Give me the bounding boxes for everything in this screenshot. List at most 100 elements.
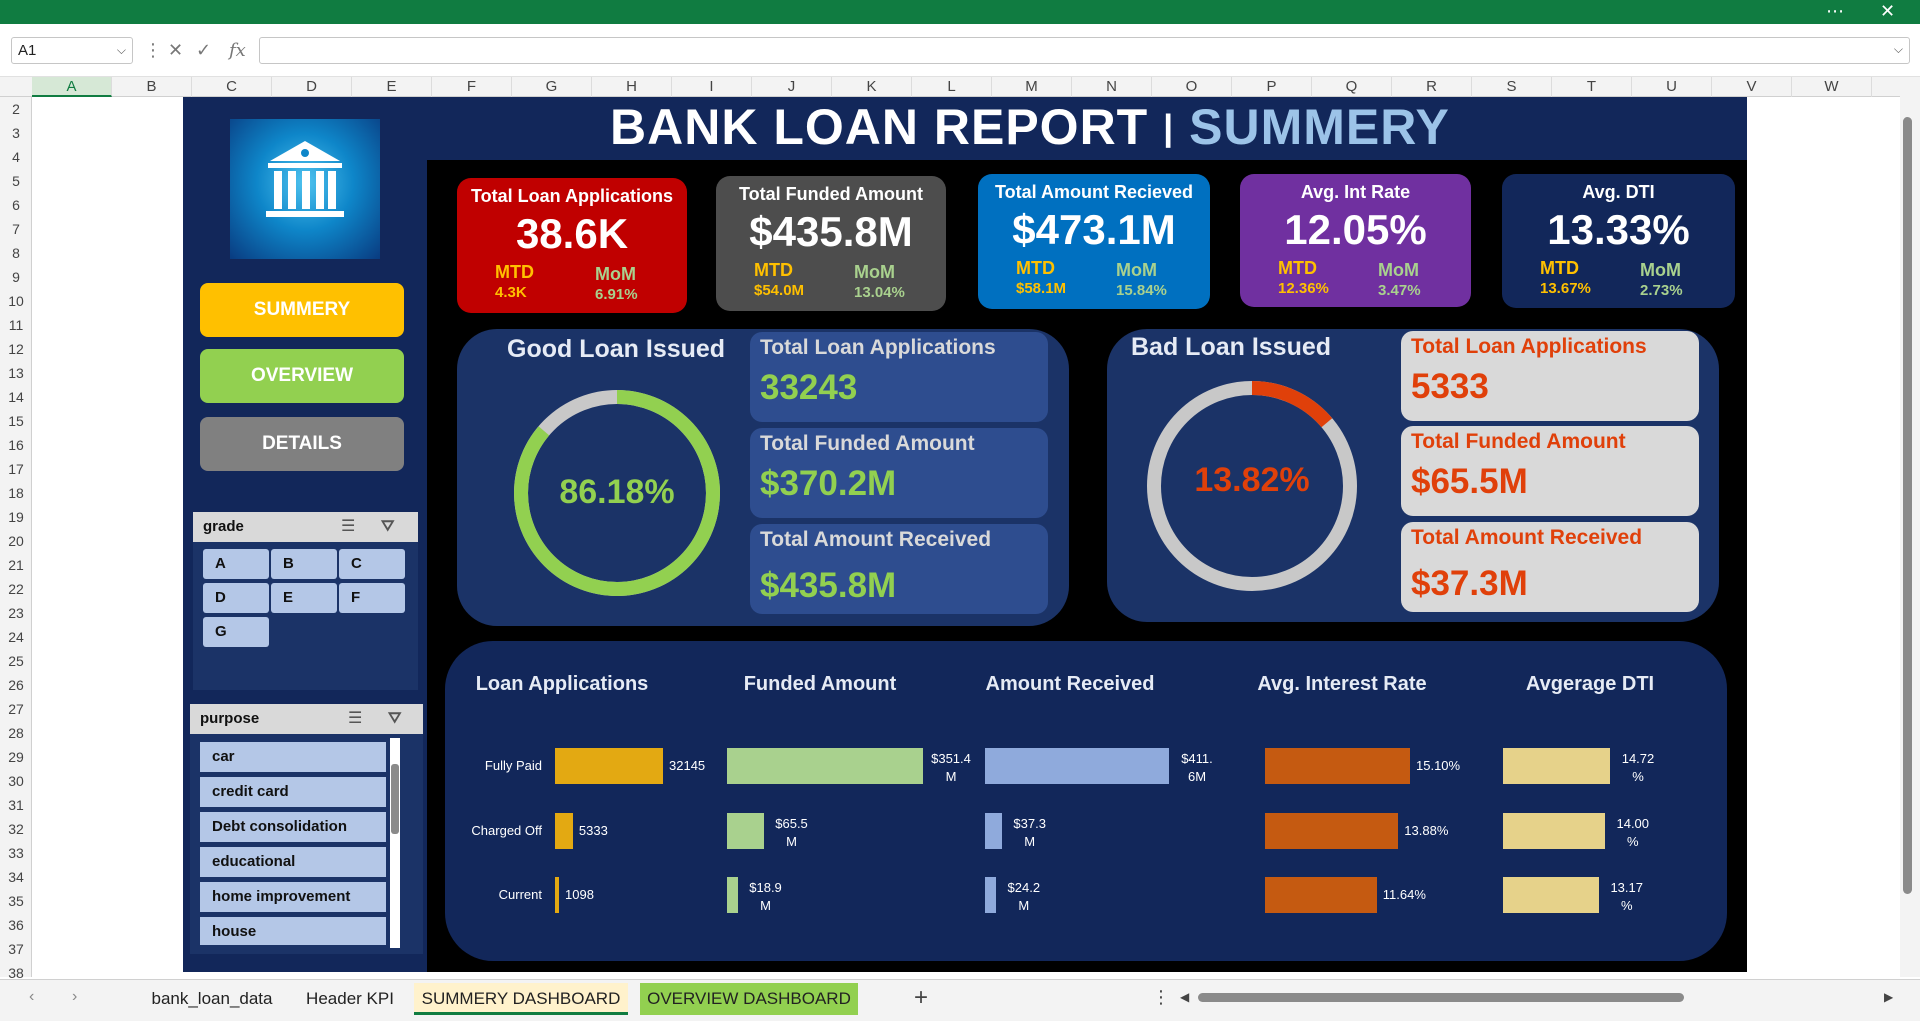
column-header[interactable]: B bbox=[112, 77, 192, 97]
column-header[interactable]: P bbox=[1232, 77, 1312, 97]
column-header[interactable]: V bbox=[1712, 77, 1792, 97]
row-header[interactable]: 25 bbox=[0, 649, 32, 673]
row-header[interactable]: 18 bbox=[0, 481, 32, 505]
details-button[interactable]: DETAILS bbox=[200, 417, 404, 471]
row-header[interactable]: 19 bbox=[0, 505, 32, 529]
grade-item[interactable]: B bbox=[271, 549, 337, 579]
column-header[interactable]: H bbox=[592, 77, 672, 97]
column-header[interactable]: S bbox=[1472, 77, 1552, 97]
scroll-right-icon[interactable]: ▶ bbox=[1884, 990, 1893, 1004]
row-header[interactable]: 35 bbox=[0, 889, 32, 913]
cancel-icon[interactable]: ✕ bbox=[168, 37, 183, 64]
column-header[interactable]: R bbox=[1392, 77, 1472, 97]
column-header[interactable]: M bbox=[992, 77, 1072, 97]
row-header[interactable]: 15 bbox=[0, 409, 32, 433]
column-header[interactable]: D bbox=[272, 77, 352, 97]
row-header[interactable]: 29 bbox=[0, 745, 32, 769]
scroll-left-icon[interactable]: ◀ bbox=[1180, 990, 1189, 1004]
row-header[interactable]: 23 bbox=[0, 601, 32, 625]
grade-item[interactable]: F bbox=[339, 583, 405, 613]
tab-header-kpi[interactable]: Header KPI bbox=[296, 983, 404, 1015]
tab-summery-dashboard[interactable]: SUMMERY DASHBOARD bbox=[414, 983, 628, 1015]
grade-item[interactable]: G bbox=[203, 617, 269, 647]
row-header[interactable]: 4 bbox=[0, 145, 32, 169]
clear-filter-icon[interactable]: ⛛ bbox=[381, 512, 394, 542]
clear-filter-icon[interactable]: ⛛ bbox=[388, 704, 401, 734]
row-header[interactable]: 31 bbox=[0, 793, 32, 817]
grade-item[interactable]: D bbox=[203, 583, 269, 613]
prev-sheet-icon[interactable]: ‹ bbox=[29, 988, 34, 1006]
close-icon[interactable]: ✕ bbox=[1880, 0, 1895, 22]
row-header[interactable]: 10 bbox=[0, 289, 32, 313]
column-header[interactable]: Q bbox=[1312, 77, 1392, 97]
grade-item[interactable]: C bbox=[339, 549, 405, 579]
grade-item[interactable]: E bbox=[271, 583, 337, 613]
row-header[interactable]: 12 bbox=[0, 337, 32, 361]
function-icon[interactable]: fx bbox=[229, 37, 246, 64]
row-header[interactable]: 36 bbox=[0, 913, 32, 937]
vertical-dots-icon[interactable]: ⋮ bbox=[1152, 987, 1170, 1008]
tab-overview-dashboard[interactable]: OVERVIEW DASHBOARD bbox=[640, 983, 858, 1015]
column-header[interactable]: O bbox=[1152, 77, 1232, 97]
column-header[interactable]: G bbox=[512, 77, 592, 97]
add-sheet-icon[interactable]: + bbox=[914, 984, 928, 1012]
vertical-scroll-thumb[interactable] bbox=[1903, 117, 1912, 894]
row-header[interactable]: 28 bbox=[0, 721, 32, 745]
column-header[interactable]: U bbox=[1632, 77, 1712, 97]
row-header[interactable]: 24 bbox=[0, 625, 32, 649]
overview-button[interactable]: OVERVIEW bbox=[200, 349, 404, 403]
purpose-item[interactable]: Debt consolidation bbox=[200, 812, 386, 842]
row-header[interactable]: 5 bbox=[0, 169, 32, 193]
column-header[interactable]: A bbox=[32, 77, 112, 97]
row-header[interactable]: 26 bbox=[0, 673, 32, 697]
row-header[interactable]: 8 bbox=[0, 241, 32, 265]
row-header[interactable]: 37 bbox=[0, 937, 32, 961]
row-header[interactable]: 3 bbox=[0, 121, 32, 145]
column-header[interactable]: E bbox=[352, 77, 432, 97]
purpose-scroll-thumb[interactable] bbox=[391, 764, 399, 834]
purpose-item[interactable]: home improvement bbox=[200, 882, 386, 912]
enter-check-icon[interactable]: ✓ bbox=[196, 37, 211, 64]
tab-bank-loan-data[interactable]: bank_loan_data bbox=[142, 983, 282, 1015]
column-header[interactable]: F bbox=[432, 77, 512, 97]
row-header[interactable]: 20 bbox=[0, 529, 32, 553]
column-header[interactable]: C bbox=[192, 77, 272, 97]
row-header[interactable]: 14 bbox=[0, 385, 32, 409]
vertical-dots-icon[interactable]: ⋮ bbox=[144, 37, 162, 64]
row-header[interactable]: 32 bbox=[0, 817, 32, 841]
purpose-item[interactable]: car bbox=[200, 742, 386, 772]
row-header[interactable]: 17 bbox=[0, 457, 32, 481]
row-header[interactable]: 33 bbox=[0, 841, 32, 865]
row-header[interactable]: 22 bbox=[0, 577, 32, 601]
row-header[interactable]: 2 bbox=[0, 97, 32, 121]
row-header[interactable]: 27 bbox=[0, 697, 32, 721]
row-header[interactable]: 11 bbox=[0, 313, 32, 337]
purpose-item[interactable]: house bbox=[200, 917, 386, 945]
formula-input[interactable]: ⌵ bbox=[259, 37, 1910, 64]
column-header[interactable]: J bbox=[752, 77, 832, 97]
purpose-item[interactable]: educational bbox=[200, 847, 386, 877]
multi-select-icon[interactable]: ☰ bbox=[348, 704, 362, 734]
row-header[interactable]: 6 bbox=[0, 193, 32, 217]
column-header[interactable]: T bbox=[1552, 77, 1632, 97]
more-options-icon[interactable]: ⋯ bbox=[1826, 0, 1844, 22]
expand-formula-icon[interactable]: ⌵ bbox=[1894, 42, 1903, 57]
row-header[interactable]: 7 bbox=[0, 217, 32, 241]
row-header[interactable]: 30 bbox=[0, 769, 32, 793]
column-header[interactable]: W bbox=[1792, 77, 1872, 97]
row-header[interactable]: 16 bbox=[0, 433, 32, 457]
row-header[interactable]: 34 bbox=[0, 865, 32, 889]
summery-button[interactable]: SUMMERY bbox=[200, 283, 404, 337]
column-header[interactable]: L bbox=[912, 77, 992, 97]
column-header[interactable]: K bbox=[832, 77, 912, 97]
column-header[interactable]: I bbox=[672, 77, 752, 97]
horizontal-scroll-thumb[interactable] bbox=[1198, 993, 1684, 1002]
purpose-item[interactable]: credit card bbox=[200, 777, 386, 807]
column-header[interactable]: N bbox=[1072, 77, 1152, 97]
chevron-down-icon[interactable]: ⌵ bbox=[117, 38, 126, 63]
row-header[interactable]: 13 bbox=[0, 361, 32, 385]
multi-select-icon[interactable]: ☰ bbox=[341, 512, 355, 542]
row-header[interactable]: 9 bbox=[0, 265, 32, 289]
name-box[interactable]: A1 ⌵ bbox=[11, 37, 133, 64]
row-header[interactable]: 21 bbox=[0, 553, 32, 577]
